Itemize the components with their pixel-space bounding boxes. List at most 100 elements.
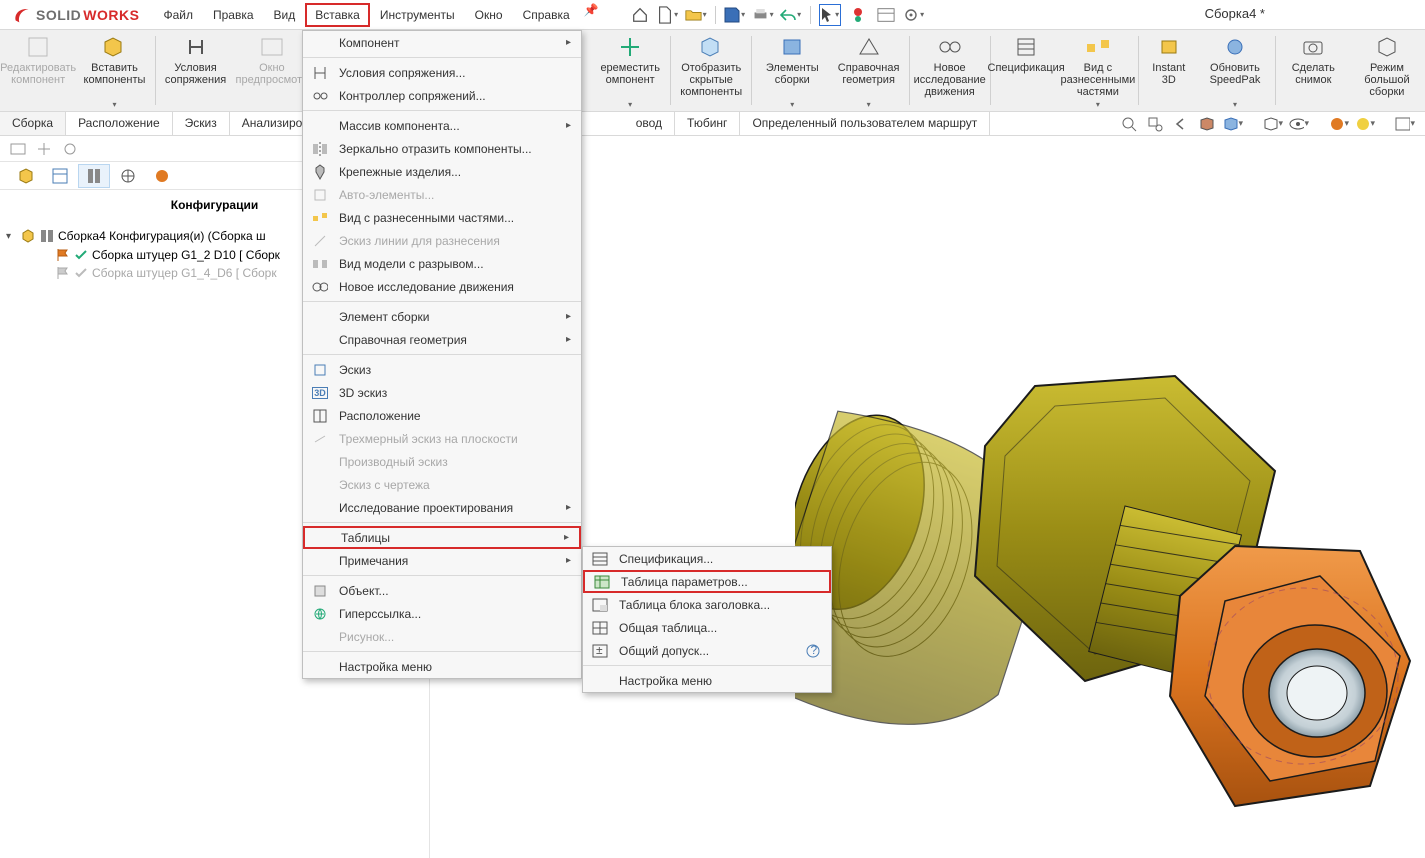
menu-insert[interactable]: Вставка — [305, 3, 370, 27]
qat-home-icon[interactable] — [629, 4, 651, 26]
flag-grey-icon — [56, 266, 70, 280]
fastener-icon — [307, 164, 333, 180]
sub-customize[interactable]: Настройка меню — [583, 669, 831, 692]
command-tabstrip: Сборка Расположение Эскиз Анализировать … — [0, 112, 1425, 136]
qat-print-icon[interactable]: ▾ — [752, 4, 774, 26]
ins-fasteners[interactable]: Крепежные изделия... — [303, 160, 581, 183]
pin-icon[interactable]: 📌 — [584, 3, 599, 27]
viewport-icon[interactable]: ▾ — [1395, 114, 1415, 134]
ins-picture: Рисунок... — [303, 625, 581, 648]
ins-layout[interactable]: Расположение — [303, 404, 581, 427]
ins-ref-geom[interactable]: Справочная геометрия▸ — [303, 328, 581, 351]
sub-bom[interactable]: Спецификация... — [583, 547, 831, 570]
ins-annotations[interactable]: Примечания▸ — [303, 549, 581, 572]
ribbon-mate[interactable]: Условия сопряжения — [157, 30, 233, 111]
mgr-tab-dimxpert[interactable] — [112, 164, 144, 188]
panel-icon-2[interactable] — [36, 141, 52, 157]
qat-select-icon[interactable]: ▾ — [819, 4, 841, 26]
motion-icon — [307, 280, 333, 294]
ins-asm-feature[interactable]: Элемент сборки▸ — [303, 305, 581, 328]
ins-component[interactable]: Компонент▸ — [303, 31, 581, 54]
prev-view-icon[interactable] — [1171, 114, 1191, 134]
qat-open-icon[interactable]: ▾ — [685, 4, 707, 26]
ribbon-insert-components[interactable]: Вставить компоненты▾ — [76, 30, 152, 111]
ins-exploded[interactable]: Вид с разнесенными частями... — [303, 206, 581, 229]
ribbon-speedpak[interactable]: Обновить SpeedPak▾ — [1197, 30, 1273, 111]
qat-options-icon[interactable] — [875, 4, 897, 26]
sub-general-table[interactable]: Общая таблица... — [583, 616, 831, 639]
ribbon-motion-study[interactable]: Новое исследование движения — [912, 30, 988, 111]
logo-text-1: SOLID — [36, 7, 81, 23]
qat-save-icon[interactable]: ▾ — [724, 4, 746, 26]
menu-window[interactable]: Окно — [465, 3, 513, 27]
ins-3dsketch[interactable]: 3D3D эскиз — [303, 381, 581, 404]
sub-design-table[interactable]: Таблица параметров... — [583, 570, 831, 593]
ribbon-preview-window[interactable]: Окно предпросмотр — [234, 30, 310, 111]
menu-help[interactable]: Справка — [513, 3, 580, 27]
qat-undo-icon[interactable]: ▾ — [780, 4, 802, 26]
ins-hyperlink[interactable]: Гиперссылка... — [303, 602, 581, 625]
ribbon-large-assembly[interactable]: Режим большой сборки — [1349, 30, 1425, 111]
menu-tools[interactable]: Инструменты — [370, 3, 465, 27]
tab-assembly[interactable]: Сборка — [0, 112, 66, 135]
ribbon-bom[interactable]: Спецификация — [993, 30, 1060, 111]
mgr-tab-config[interactable] — [78, 164, 110, 188]
scene-icon[interactable]: ▾ — [1355, 114, 1375, 134]
ribbon-move-component[interactable]: ереместить омпонент▾ — [592, 30, 668, 111]
menu-edit[interactable]: Правка — [203, 3, 264, 27]
menu-file[interactable]: Файл — [153, 3, 203, 27]
ins-design-study[interactable]: Исследование проектирования▸ — [303, 496, 581, 519]
panel-icon-1[interactable] — [10, 141, 26, 157]
explode-icon — [307, 211, 333, 225]
ribbon-instant3d[interactable]: Instant 3D — [1141, 30, 1197, 111]
ins-mate-ctrl[interactable]: Контроллер сопряжений... — [303, 84, 581, 107]
ins-motion[interactable]: Новое исследование движения — [303, 275, 581, 298]
ribbon-show-hidden[interactable]: Отобразить скрытые компоненты — [673, 30, 749, 111]
menubar: SOLIDWORKS Файл Правка Вид Вставка Инстр… — [0, 0, 1425, 30]
mgr-tab-feature[interactable] — [10, 164, 42, 188]
ins-break-view[interactable]: Вид модели с разрывом... — [303, 252, 581, 275]
tab-tubing[interactable]: Тюбинг — [675, 112, 740, 135]
ins-mate[interactable]: Условия сопряжения... — [303, 61, 581, 84]
ins-customize[interactable]: Настройка меню — [303, 655, 581, 678]
tab-user-route[interactable]: Определенный пользователем маршрут — [740, 112, 990, 135]
object-icon — [307, 584, 333, 598]
ribbon-snapshot[interactable]: Сделать снимок — [1278, 30, 1349, 111]
section-view-icon[interactable] — [1197, 114, 1217, 134]
ins-dxf-sketch: Эскиз с чертежа — [303, 473, 581, 496]
mirror-icon — [307, 142, 333, 156]
sub-tolerance[interactable]: ±Общий допуск...? — [583, 639, 831, 662]
qat-new-icon[interactable]: ▾ — [657, 4, 679, 26]
ins-pattern[interactable]: Массив компонента...▸ — [303, 114, 581, 137]
display-style-icon[interactable]: ▾ — [1263, 114, 1283, 134]
ribbon-reference-geometry[interactable]: Справочная геометрия▾ — [830, 30, 906, 111]
mgr-tab-property[interactable] — [44, 164, 76, 188]
tab-piping[interactable]: овод — [624, 112, 675, 135]
menu-view[interactable]: Вид — [264, 3, 306, 27]
sketch-icon — [307, 363, 333, 377]
view-toolbar: ▾ ▾ ▾ ▾ ▾ ▾ — [1119, 112, 1425, 135]
ins-mirror[interactable]: Зеркально отразить компоненты... — [303, 137, 581, 160]
zoom-area-icon[interactable] — [1145, 114, 1165, 134]
qat-rebuild-icon[interactable] — [847, 4, 869, 26]
appearance-icon[interactable]: ▾ — [1329, 114, 1349, 134]
ins-sketch[interactable]: Эскиз — [303, 358, 581, 381]
ins-object[interactable]: Объект... — [303, 579, 581, 602]
mgr-tab-display[interactable] — [146, 164, 178, 188]
zoom-fit-icon[interactable] — [1119, 114, 1139, 134]
panel-icon-3[interactable] — [62, 141, 78, 157]
ins-tables[interactable]: Таблицы▸ — [303, 526, 581, 549]
ribbon-edit-component[interactable]: Редактировать компонент — [0, 30, 76, 111]
view-orient-icon[interactable]: ▾ — [1223, 114, 1243, 134]
layout-icon — [307, 409, 333, 423]
sub-title-block[interactable]: Таблица блока заголовка... — [583, 593, 831, 616]
hide-show-icon[interactable]: ▾ — [1289, 114, 1309, 134]
tab-layout[interactable]: Расположение — [66, 112, 173, 135]
ribbon-exploded-view[interactable]: Вид с разнесенными частями▾ — [1060, 30, 1136, 111]
tab-sketch[interactable]: Эскиз — [173, 112, 230, 135]
help-icon[interactable]: ? — [805, 643, 821, 659]
config-icon — [40, 229, 54, 243]
qat-settings-icon[interactable]: ▾ — [903, 4, 925, 26]
twisty-icon[interactable]: ▾ — [6, 231, 16, 242]
ribbon-assembly-features[interactable]: Элементы сборки▾ — [754, 30, 830, 111]
